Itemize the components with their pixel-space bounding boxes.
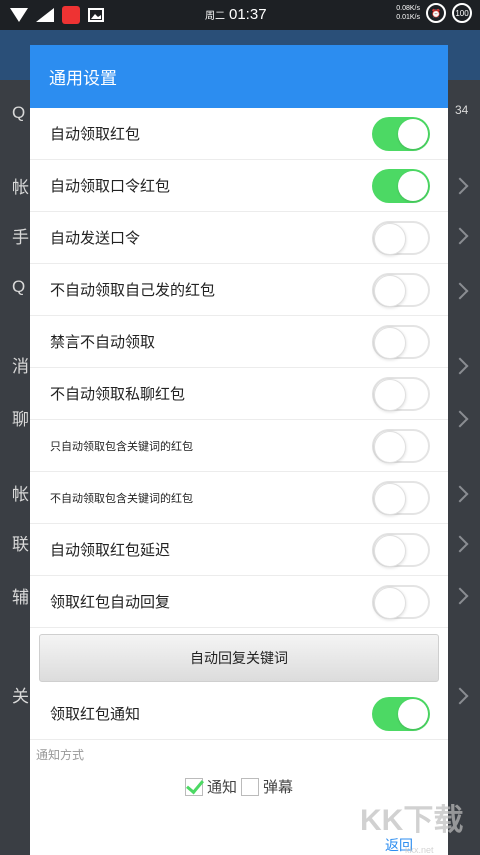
setting-toggle[interactable] <box>372 532 430 567</box>
bg-text: 关 <box>12 687 29 706</box>
setting-row: 自动发送口令 <box>30 212 448 264</box>
toggle-knob <box>374 430 406 463</box>
dialog-title: 通用设置 <box>49 69 117 88</box>
toggle-knob <box>374 274 406 307</box>
notify-checkbox[interactable] <box>184 777 203 796</box>
toggle-knob <box>398 118 428 149</box>
chevron-right-icon <box>451 485 469 503</box>
setting-row: 自动领取红包延迟 <box>30 524 448 576</box>
net-down: 0.01K/s <box>396 14 420 21</box>
notify-row: 领取红包通知 <box>30 688 448 740</box>
settings-dialog: 通用设置 自动领取红包自动领取口令红包 自动发送口令不自动领取自己发的红包 禁言不自… <box>30 45 448 855</box>
setting-label: 自动发送口令 <box>50 230 141 247</box>
setting-label: 自动领取口令红包 <box>50 178 171 195</box>
app-notification-icon <box>62 6 80 24</box>
setting-toggle[interactable] <box>372 116 430 151</box>
notify-toggle[interactable] <box>372 696 430 731</box>
toggle-knob <box>374 586 406 619</box>
setting-label: 自动领取红包 <box>50 126 141 143</box>
bg-text: 消 <box>12 357 29 376</box>
weekday: 周二 <box>205 11 225 22</box>
bg-text: 手 <box>12 228 29 247</box>
notify-toggle-label: 领取红包通知 <box>50 706 141 723</box>
chevron-right-icon <box>451 357 469 375</box>
setting-label: 不自动领取包含关键词的红包 <box>50 492 193 505</box>
setting-row: 不自动领取私聊红包 <box>30 368 448 420</box>
wifi-icon <box>36 8 54 22</box>
setting-toggle[interactable] <box>372 480 430 515</box>
battery-icon: 100 <box>452 3 472 23</box>
setting-toggle[interactable] <box>372 324 430 359</box>
clock: 周二 01:37 <box>205 6 267 23</box>
setting-toggle[interactable] <box>372 168 430 203</box>
bg-text: 34 <box>455 103 469 117</box>
setting-row: 不自动领取包含关键词的红包 <box>30 472 448 524</box>
watermark-url: kkx.net <box>405 845 434 855</box>
time: 01:37 <box>229 6 267 23</box>
notify-method-label: 通知方式 <box>36 748 85 762</box>
setting-label: 禁言不自动领取 <box>50 334 156 351</box>
bg-text: Q <box>12 103 26 122</box>
watermark: KK下载 <box>360 804 464 837</box>
setting-label: 只自动领取包含关键词的红包 <box>50 440 193 453</box>
setting-row: 只自动领取包含关键词的红包 <box>30 420 448 472</box>
battery-level: 100 <box>455 8 469 18</box>
toggle-knob <box>374 482 406 515</box>
setting-toggle[interactable] <box>372 428 430 463</box>
alarm-icon: ⏰ <box>426 3 446 23</box>
status-bar: 周二 01:37 0.08K/s 0.01K/s ⏰ 100 <box>0 0 480 30</box>
toggle-knob <box>374 326 406 359</box>
toggle-knob <box>374 222 406 255</box>
notify-option-label: 通知 <box>206 779 237 796</box>
chevron-right-icon <box>451 535 469 553</box>
setting-row: 领取红包自动回复 <box>30 576 448 628</box>
setting-label: 自动领取红包延迟 <box>50 542 171 559</box>
image-notification-icon <box>88 8 106 22</box>
setting-row: 不自动领取自己发的红包 <box>30 264 448 316</box>
setting-toggle[interactable] <box>372 272 430 307</box>
toggle-knob <box>374 378 406 411</box>
chevron-right-icon <box>451 587 469 605</box>
setting-row: 禁言不自动领取 <box>30 316 448 368</box>
bg-text: 帐 <box>12 178 29 197</box>
bg-text: 帐 <box>12 485 29 504</box>
network-speed: 0.08K/s 0.01K/s <box>396 4 420 22</box>
chevron-right-icon <box>451 687 469 705</box>
setting-toggle[interactable] <box>372 376 430 411</box>
popup-option-label: 弹幕 <box>263 779 294 796</box>
chevron-right-icon <box>451 227 469 245</box>
setting-toggle[interactable] <box>372 584 430 619</box>
chevron-right-icon <box>451 177 469 195</box>
setting-label: 领取红包自动回复 <box>50 594 171 611</box>
notify-method-options: 通知 弹幕 <box>30 776 448 797</box>
setting-row: 自动领取红包 <box>30 108 448 160</box>
setting-label: 不自动领取自己发的红包 <box>50 282 216 299</box>
bg-text: 辅 <box>12 588 29 607</box>
dialog-header: 通用设置 <box>30 45 448 108</box>
toggle-list: 自动领取红包自动领取口令红包 自动发送口令不自动领取自己发的红包 禁言不自动领取不自… <box>30 108 448 628</box>
popup-checkbox[interactable] <box>241 777 259 796</box>
bg-text: 联 <box>12 535 29 554</box>
auto-reply-keyword-button[interactable]: 自动回复关键词 <box>39 634 439 682</box>
chevron-right-icon <box>451 410 469 428</box>
setting-label: 不自动领取私聊红包 <box>50 386 186 403</box>
toggle-knob <box>398 170 428 201</box>
signal-icon <box>10 8 28 22</box>
bg-text: Q <box>12 277 26 296</box>
setting-row: 自动领取口令红包 <box>30 160 448 212</box>
setting-toggle[interactable] <box>372 220 430 255</box>
net-up: 0.08K/s <box>396 5 420 12</box>
chevron-right-icon <box>451 282 469 300</box>
toggle-knob <box>398 698 428 729</box>
bg-text: 聊 <box>12 410 29 429</box>
toggle-knob <box>374 534 406 567</box>
